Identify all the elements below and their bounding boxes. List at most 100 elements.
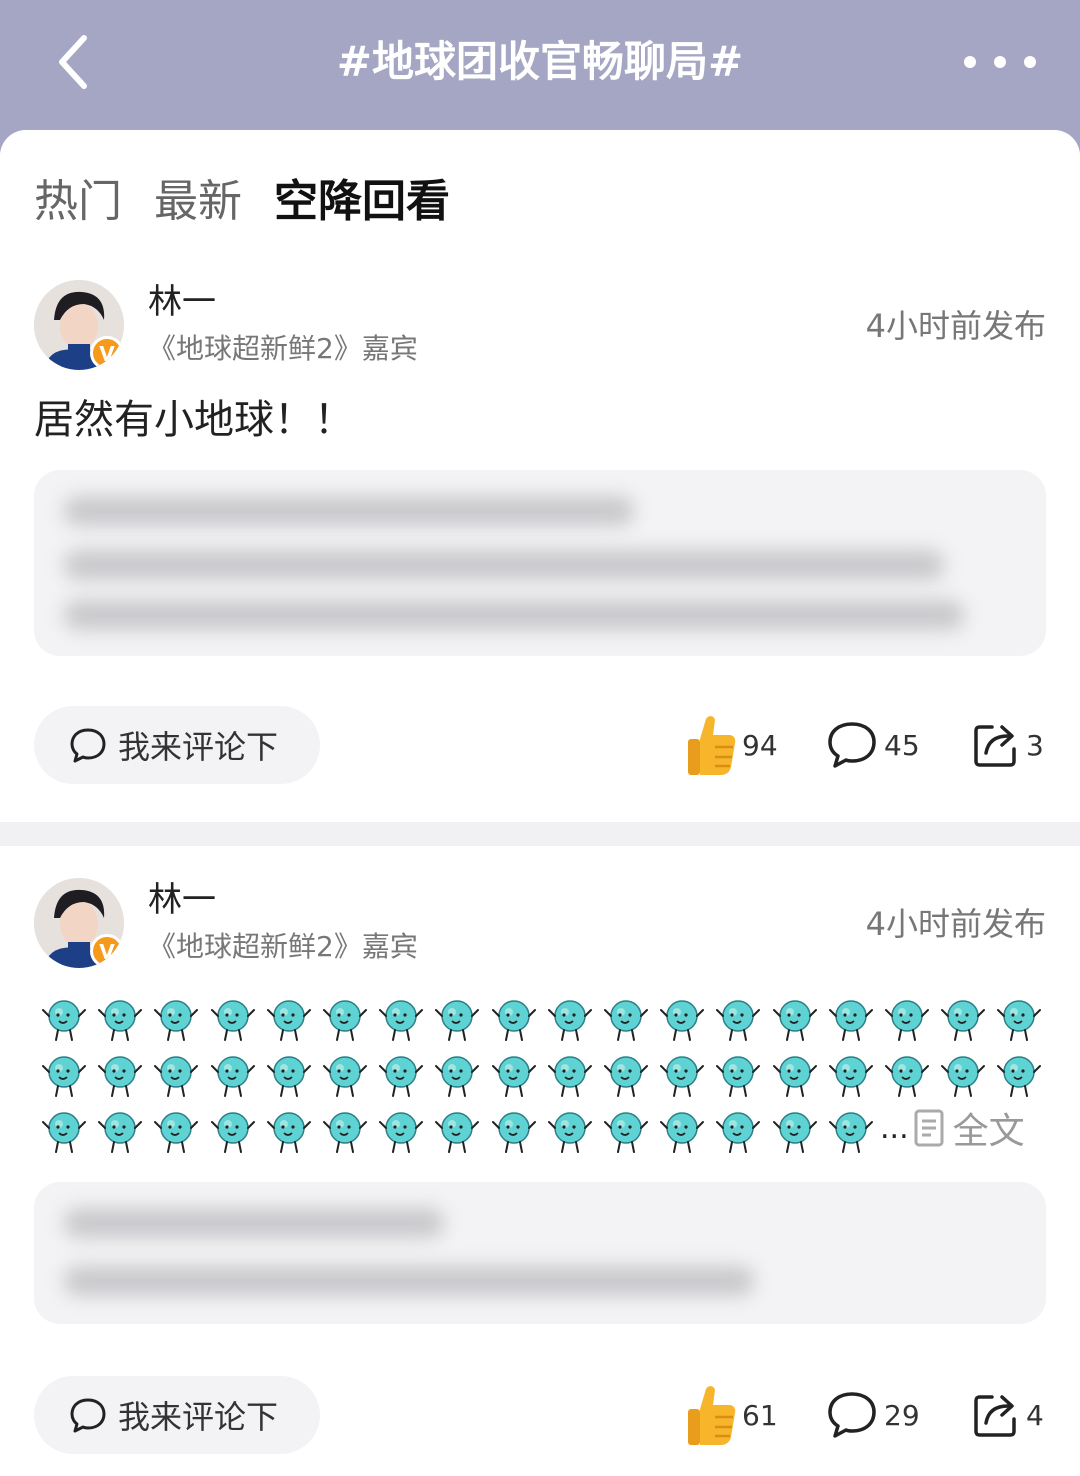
post-header: V 林一 《地球超新鲜2》嘉宾 4小时前发布 xyxy=(34,878,1046,970)
expand-full-text[interactable]: ... 全文 xyxy=(880,1102,1025,1154)
little-earth-emoji-icon xyxy=(96,996,144,1044)
little-earth-emoji-icon xyxy=(265,996,313,1044)
share-count: 4 xyxy=(1026,1398,1044,1432)
author-name[interactable]: 林一 xyxy=(148,280,216,324)
little-earth-emoji-icon xyxy=(377,1052,425,1100)
blurred-quote[interactable] xyxy=(34,1182,1046,1324)
top-bar: #地球团收官畅聊局# xyxy=(0,0,1080,130)
little-earth-emoji-icon xyxy=(321,1108,369,1156)
blurred-line xyxy=(64,1208,444,1238)
little-earth-emoji-icon xyxy=(490,996,538,1044)
little-earth-emoji-icon xyxy=(602,1108,650,1156)
little-earth-emoji-icon xyxy=(152,1108,200,1156)
like-count: 61 xyxy=(742,1398,778,1432)
share-count: 3 xyxy=(1026,728,1044,762)
thumbs-up-icon xyxy=(688,716,736,775)
little-earth-emoji-icon xyxy=(265,1108,313,1156)
blurred-line xyxy=(64,550,944,580)
speech-bubble-icon xyxy=(828,722,876,768)
verified-badge-icon: V xyxy=(90,336,124,370)
comment-count: 29 xyxy=(884,1398,920,1432)
little-earth-emoji-icon xyxy=(377,996,425,1044)
little-earth-emoji-icon xyxy=(658,1108,706,1156)
little-earth-emoji-icon xyxy=(152,1052,200,1100)
comment-count: 45 xyxy=(884,728,920,762)
little-earth-emoji-icon xyxy=(883,1052,931,1100)
little-earth-emoji-icon xyxy=(602,1052,650,1100)
more-dots-icon xyxy=(964,56,976,68)
share-button[interactable]: 3 xyxy=(972,710,1044,780)
author-subtitle: 《地球超新鲜2》嘉宾 xyxy=(148,930,418,963)
blurred-line xyxy=(64,496,634,526)
avatar[interactable]: V xyxy=(34,280,124,370)
little-earth-emoji-icon xyxy=(433,996,481,1044)
little-earth-emoji-icon xyxy=(827,996,875,1044)
little-earth-emoji-icon xyxy=(658,996,706,1044)
little-earth-emoji-icon xyxy=(265,1052,313,1100)
page-title: #地球团收官畅聊局# xyxy=(336,37,744,86)
blurred-quote[interactable] xyxy=(34,470,1046,656)
comment-count-button[interactable]: 45 xyxy=(826,710,920,780)
comment-input-button[interactable]: 我来评论下 xyxy=(34,706,320,784)
like-button[interactable]: 61 xyxy=(686,1380,778,1450)
share-icon xyxy=(974,1395,1016,1437)
little-earth-emoji-icon xyxy=(209,1052,257,1100)
little-earth-emoji-icon xyxy=(546,1108,594,1156)
blurred-line xyxy=(64,1266,754,1296)
speech-bubble-icon xyxy=(828,1392,876,1438)
author-subtitle: 《地球超新鲜2》嘉宾 xyxy=(148,332,418,365)
post-text: 居然有小地球！！ xyxy=(34,397,354,443)
full-text-label: 全文 xyxy=(952,1111,1025,1152)
little-earth-emoji-icon xyxy=(490,1108,538,1156)
little-earth-emoji-icon xyxy=(209,1108,257,1156)
little-earth-emoji-icon xyxy=(658,1052,706,1100)
little-earth-emoji-icon xyxy=(40,1108,88,1156)
comment-input-label: 我来评论下 xyxy=(118,1398,279,1436)
share-button[interactable]: 4 xyxy=(972,1380,1044,1450)
more-button[interactable] xyxy=(964,48,1036,76)
thumbs-up-icon xyxy=(688,1386,736,1445)
verified-badge-icon: V xyxy=(90,934,124,968)
content-sheet: 热门 最新 空降回看 V 林一 《地球超新鲜2》嘉宾 4小时前发布 居然有小地球… xyxy=(0,130,1080,1476)
post-time: 4小时前发布 xyxy=(865,307,1046,345)
comment-input-label: 我来评论下 xyxy=(118,728,279,766)
post-header: V 林一 《地球超新鲜2》嘉宾 4小时前发布 xyxy=(34,280,1046,372)
little-earth-emoji-icon xyxy=(714,996,762,1044)
little-earth-emoji-icon xyxy=(209,996,257,1044)
little-earth-emoji-icon xyxy=(96,1052,144,1100)
little-earth-emoji-icon xyxy=(152,996,200,1044)
little-earth-emoji-icon xyxy=(602,996,650,1044)
little-earth-emoji-icon xyxy=(995,996,1043,1044)
little-earth-emoji-icon xyxy=(883,996,931,1044)
little-earth-emoji-icon xyxy=(546,996,594,1044)
post-card: 热门 最新 空降回看 V 林一 《地球超新鲜2》嘉宾 4小时前发布 居然有小地球… xyxy=(0,130,1080,822)
tab-latest[interactable]: 最新 xyxy=(154,172,242,232)
author-name[interactable]: 林一 xyxy=(148,878,216,922)
more-dot xyxy=(1024,56,1036,68)
tab-hot[interactable]: 热门 xyxy=(34,172,122,232)
little-earth-emoji-icon xyxy=(40,1052,88,1100)
post-time: 4小时前发布 xyxy=(865,905,1046,943)
little-earth-emoji-icon xyxy=(827,1108,875,1156)
ellipsis: ... xyxy=(880,1110,909,1146)
little-earth-emoji-icon xyxy=(433,1052,481,1100)
avatar[interactable]: V xyxy=(34,878,124,968)
more-dot xyxy=(994,56,1006,68)
little-earth-emoji-icon xyxy=(96,1108,144,1156)
little-earth-emoji-icon xyxy=(771,1108,819,1156)
little-earth-emoji-icon xyxy=(939,1052,987,1100)
little-earth-emoji-icon xyxy=(546,1052,594,1100)
little-earth-emoji-icon xyxy=(433,1108,481,1156)
blurred-line xyxy=(64,600,964,630)
comment-input-button[interactable]: 我来评论下 xyxy=(34,1376,320,1454)
speech-bubble-icon xyxy=(70,728,106,763)
little-earth-emoji-icon xyxy=(40,996,88,1044)
post-card: V 林一 《地球超新鲜2》嘉宾 4小时前发布 ... 全文 我来评论下 61 2… xyxy=(0,846,1080,1476)
like-button[interactable]: 94 xyxy=(686,710,778,780)
little-earth-emoji-icon xyxy=(490,1052,538,1100)
tab-replay[interactable]: 空降回看 xyxy=(274,172,450,232)
speech-bubble-icon xyxy=(70,1398,106,1433)
little-earth-emoji-icon xyxy=(771,996,819,1044)
little-earth-emoji-icon xyxy=(321,996,369,1044)
comment-count-button[interactable]: 29 xyxy=(826,1380,920,1450)
